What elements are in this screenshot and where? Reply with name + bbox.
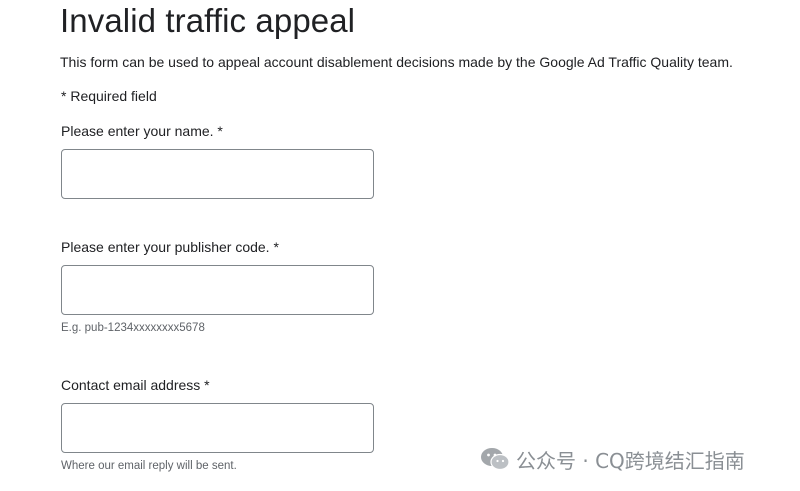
email-input[interactable]: [61, 403, 374, 453]
page-title: Invalid traffic appeal: [60, 2, 356, 39]
watermark: 公众号 · CQ跨境结汇指南: [480, 444, 745, 474]
name-input[interactable]: [61, 149, 374, 199]
email-field-label: Contact email address *: [61, 377, 210, 393]
watermark-text: 公众号 · CQ跨境结汇指南: [516, 448, 745, 473]
required-field-note: * Required field: [61, 88, 157, 104]
name-field-label: Please enter your name. *: [61, 123, 223, 139]
email-hint: Where our email reply will be sent.: [61, 460, 237, 472]
form-description: This form can be used to appeal account …: [60, 54, 733, 70]
publisher-code-hint: E.g. pub-1234xxxxxxxx5678: [61, 322, 205, 334]
publisher-code-input[interactable]: [61, 265, 374, 315]
wechat-icon: [481, 448, 510, 471]
publisher-code-field-label: Please enter your publisher code. *: [61, 239, 279, 255]
